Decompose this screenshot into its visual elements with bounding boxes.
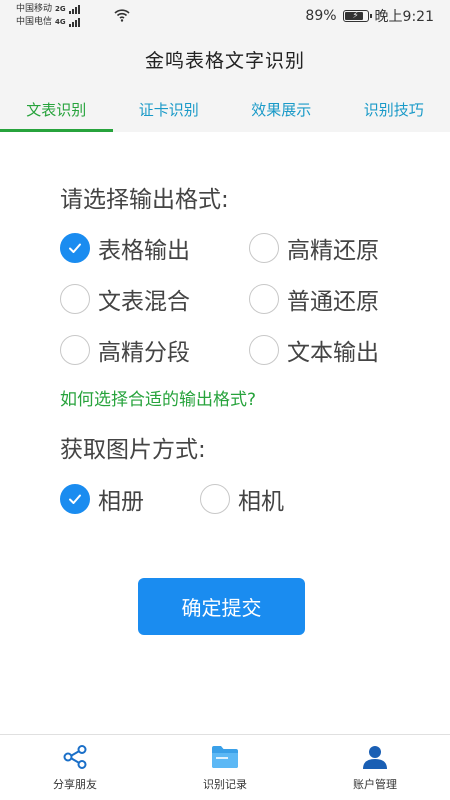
option-label: 高精还原 (287, 238, 379, 264)
nav-label: 分享朋友 (53, 777, 97, 791)
option-album[interactable]: 相册 (60, 482, 144, 516)
radio-unchecked-icon[interactable] (249, 284, 279, 314)
option-label: 相册 (98, 489, 144, 515)
radio-unchecked-icon[interactable] (200, 484, 230, 514)
nav-label: 识别记录 (203, 777, 247, 791)
nav-account[interactable]: 账户管理 (300, 735, 450, 800)
carrier-name: 中国移动 (16, 4, 53, 14)
option-label: 文表混合 (98, 289, 190, 315)
format-help-link[interactable]: 如何选择合适的输出格式? (60, 385, 256, 410)
option-label: 高精分段 (98, 340, 190, 366)
option-camera[interactable]: 相机 (200, 482, 284, 516)
wifi-icon (114, 9, 130, 22)
user-icon (363, 745, 387, 769)
share-icon (63, 744, 87, 769)
radio-checked-icon[interactable] (60, 484, 90, 514)
output-format-title: 请选择输出格式: (60, 187, 229, 213)
tab-bar: 文表识别 证卡识别 效果展示 识别技巧 (0, 86, 450, 132)
signal-icon (68, 5, 80, 14)
nav-share[interactable]: 分享朋友 (0, 735, 150, 800)
radio-unchecked-icon[interactable] (249, 335, 279, 365)
battery-percent: 89% (305, 8, 337, 24)
folder-icon (212, 745, 238, 768)
option-text-table-mixed[interactable]: 文表混合 (60, 282, 190, 316)
submit-button[interactable]: 确定提交 (138, 578, 305, 635)
tab-card[interactable]: 证卡识别 (113, 86, 226, 132)
nav-records[interactable]: 识别记录 (150, 735, 300, 800)
battery-icon: ⚡ (342, 10, 372, 22)
status-bar: 中国移动 2G 中国电信 4G 89% ⚡ 晚上9:21 (0, 0, 450, 32)
radio-unchecked-icon[interactable] (60, 335, 90, 365)
carrier-name: 中国电信 (16, 17, 53, 27)
image-source-title: 获取图片方式: (60, 437, 206, 463)
nav-label: 账户管理 (353, 777, 397, 791)
option-high-precision-restore[interactable]: 高精还原 (249, 231, 379, 265)
tab-showcase[interactable]: 效果展示 (225, 86, 338, 132)
clock: 晚上9:21 (374, 9, 434, 25)
option-label: 相机 (238, 489, 284, 515)
tab-tips[interactable]: 识别技巧 (338, 86, 450, 132)
app-title: 金鸣表格文字识别 (144, 49, 305, 72)
tab-text-table[interactable]: 文表识别 (0, 86, 113, 132)
network-type: 4G (55, 18, 66, 26)
network-type: 2G (55, 5, 66, 13)
radio-checked-icon[interactable] (60, 233, 90, 263)
option-text-output[interactable]: 文本输出 (249, 333, 379, 367)
option-table-output[interactable]: 表格输出 (60, 231, 190, 265)
radio-unchecked-icon[interactable] (249, 233, 279, 263)
signal-icon (68, 18, 80, 27)
status-right: 89% ⚡ 晚上9:21 (305, 6, 434, 26)
option-label: 文本输出 (287, 340, 379, 366)
bottom-nav: 分享朋友 识别记录 账户管理 (0, 734, 450, 800)
carrier-info: 中国移动 2G 中国电信 4G (16, 3, 80, 29)
radio-unchecked-icon[interactable] (60, 284, 90, 314)
option-high-precision-segment[interactable]: 高精分段 (60, 333, 190, 367)
option-normal-restore[interactable]: 普通还原 (249, 282, 379, 316)
title-bar: 金鸣表格文字识别 (0, 32, 450, 86)
option-label: 普通还原 (287, 289, 379, 315)
option-label: 表格输出 (98, 238, 190, 264)
